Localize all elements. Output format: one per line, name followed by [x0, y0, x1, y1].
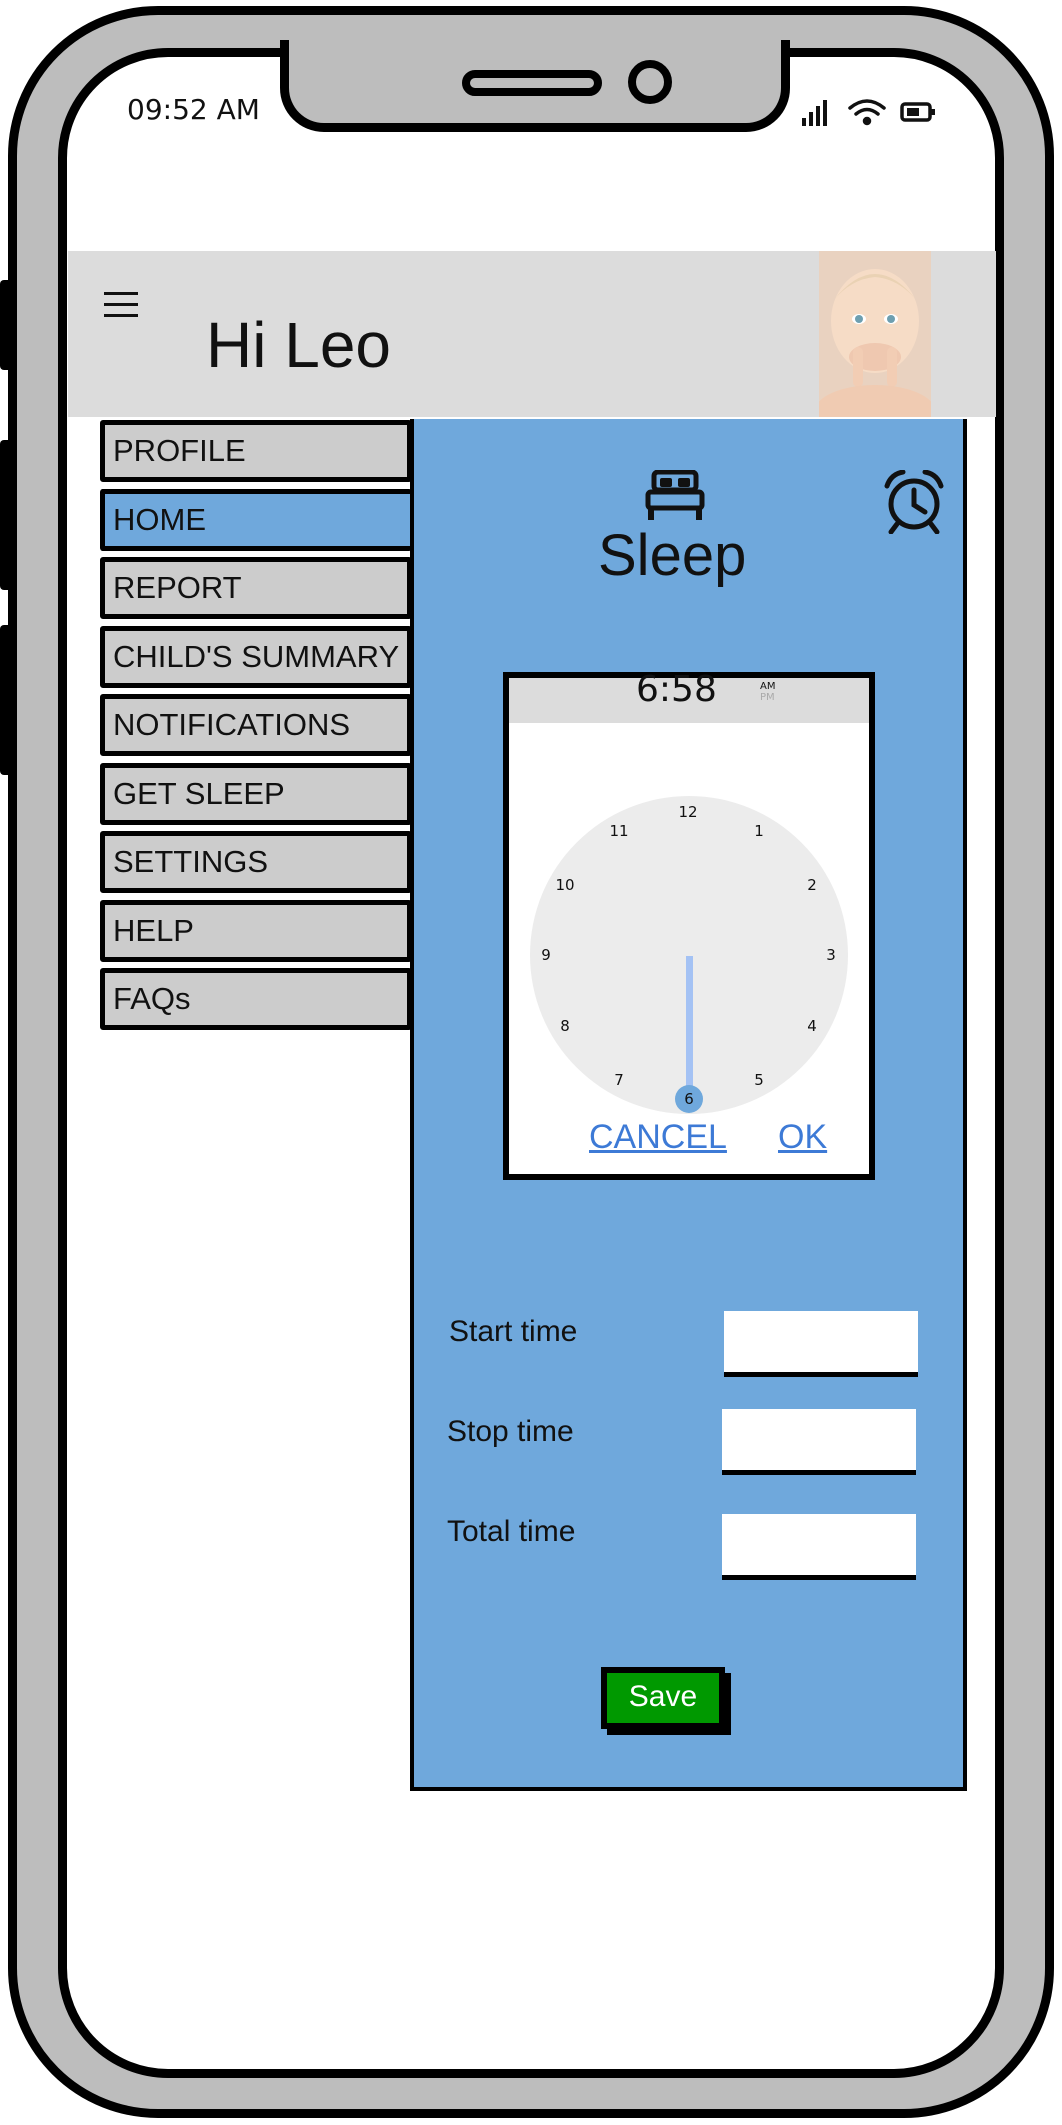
clock-number[interactable]: 3 [816, 946, 846, 964]
clock-number[interactable]: 7 [604, 1071, 634, 1089]
clock-number[interactable]: 5 [744, 1071, 774, 1089]
greeting-heading: Hi Leo [206, 309, 391, 381]
front-camera [628, 60, 672, 104]
menu-item-settings[interactable]: SETTINGS [100, 831, 412, 893]
volume-up-button [0, 440, 12, 590]
start-time-input[interactable] [724, 1311, 918, 1377]
stop-time-label: Stop time [447, 1415, 574, 1448]
bed-icon [645, 470, 705, 520]
hamburger-icon[interactable] [104, 288, 140, 322]
alarm-clock-icon[interactable] [883, 470, 945, 534]
start-time-label: Start time [449, 1315, 578, 1348]
save-button[interactable]: Save [601, 1667, 725, 1729]
time-picker-value[interactable]: 6:58 [636, 669, 717, 710]
volume-down-button [0, 625, 12, 775]
clock-number[interactable]: 12 [673, 803, 703, 821]
clock-number[interactable]: 11 [604, 822, 634, 840]
signal-icon [802, 100, 827, 126]
clock-number[interactable]: 8 [550, 1017, 580, 1035]
status-time: 09:52 AM [127, 93, 260, 126]
clock-hand-selected[interactable]: 6 [675, 1085, 703, 1113]
mute-switch [0, 280, 12, 370]
speaker-grille [462, 70, 602, 96]
clock-number[interactable]: 9 [531, 946, 561, 964]
clock-hand[interactable] [686, 956, 693, 1096]
avatar[interactable] [819, 251, 931, 417]
menu-item-get-sleep[interactable]: GET SLEEP [100, 763, 412, 825]
menu-item-home[interactable]: HOME [100, 489, 412, 551]
wifi-icon [848, 99, 886, 126]
cancel-button[interactable]: CANCEL [589, 1118, 727, 1157]
am-toggle[interactable]: AM [760, 681, 775, 692]
ok-button[interactable]: OK [778, 1118, 827, 1157]
clock-number[interactable]: 1 [744, 822, 774, 840]
pm-toggle[interactable]: PM [760, 692, 775, 703]
menu-item-childs-summary[interactable]: CHILD'S SUMMARY [100, 626, 412, 688]
total-time-label: Total time [447, 1515, 576, 1548]
page-title: Sleep [598, 523, 747, 588]
menu-item-notifications[interactable]: NOTIFICATIONS [100, 694, 412, 756]
clock-number[interactable]: 4 [797, 1017, 827, 1035]
menu-item-faqs[interactable]: FAQs [100, 968, 412, 1030]
status-icons [802, 99, 935, 126]
menu-item-help[interactable]: HELP [100, 900, 412, 962]
stop-time-input[interactable] [722, 1409, 916, 1475]
menu-item-report[interactable]: REPORT [100, 557, 412, 619]
clock-number[interactable]: 2 [797, 876, 827, 894]
menu-item-profile[interactable]: PROFILE [100, 420, 412, 482]
clock-number[interactable]: 10 [550, 876, 580, 894]
battery-icon [900, 102, 935, 122]
total-time-input[interactable] [722, 1514, 916, 1580]
